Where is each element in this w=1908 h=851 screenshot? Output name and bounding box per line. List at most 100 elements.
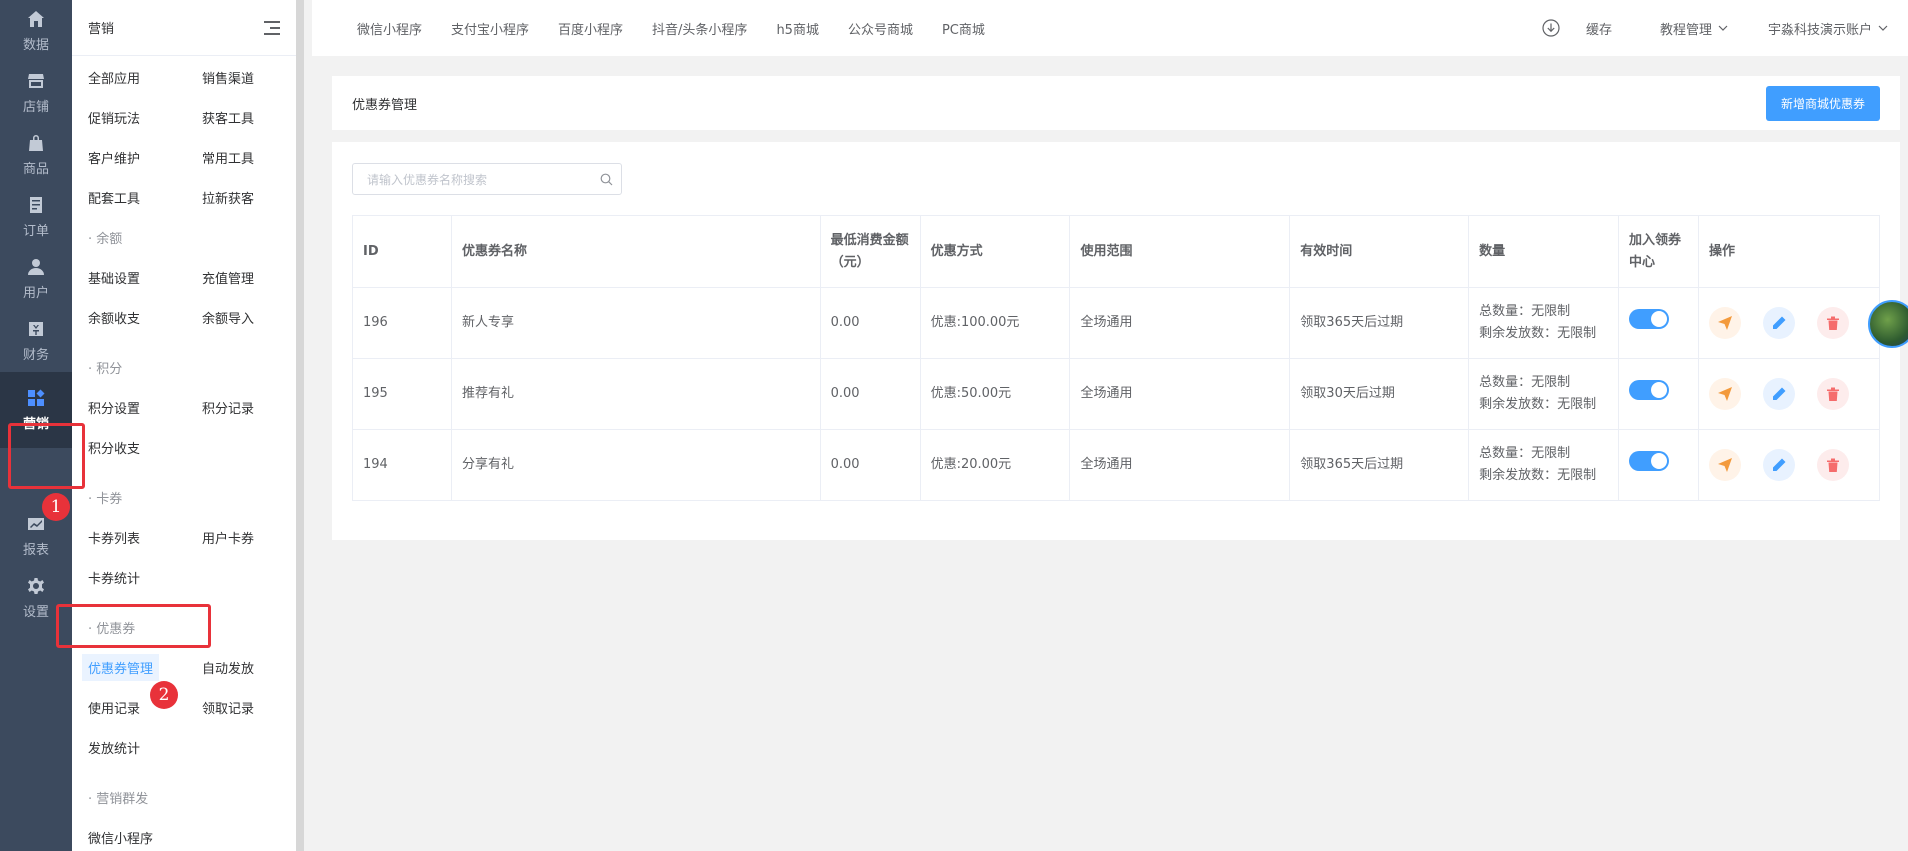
table-row: 195 推荐有礼 0.00 优惠:50.00元 全场通用 领取30天后过期 总数… bbox=[352, 358, 1880, 430]
send-coupon-button[interactable] bbox=[1709, 378, 1742, 410]
sidebar-item-balance-import[interactable]: 余额导入 bbox=[202, 308, 254, 327]
sidebar-item-acquire-tools[interactable]: 获客工具 bbox=[202, 108, 254, 127]
highlight-box-marketing bbox=[8, 423, 85, 489]
floating-avatar[interactable] bbox=[1868, 300, 1908, 348]
sidebar-item-coupon-management[interactable]: 优惠券管理 bbox=[82, 654, 160, 681]
col-valid-time: 有效时间 bbox=[1289, 215, 1470, 288]
cache-button[interactable]: 缓存 bbox=[1586, 19, 1612, 38]
page-header-card: 优惠券管理 新增商城优惠券 bbox=[332, 76, 1900, 130]
rail-item-goods[interactable]: 商品 bbox=[0, 124, 72, 186]
edit-icon bbox=[1773, 387, 1786, 400]
trash-icon bbox=[1827, 316, 1840, 330]
sidebar-item-user-cards[interactable]: 用户卡券 bbox=[202, 528, 254, 547]
search-input[interactable]: 请输入优惠券名称搜索 bbox=[352, 163, 622, 195]
rail-item-finance[interactable]: 财务 bbox=[0, 310, 72, 372]
cell-min-amount: 0.00 bbox=[819, 358, 921, 430]
table-header-row: ID 优惠券名称 最低消费金额（元） 优惠方式 使用范围 有效时间 数量 加入领… bbox=[352, 215, 1880, 288]
sidebar-item-basic-settings[interactable]: 基础设置 bbox=[88, 268, 140, 287]
tab-official-account-mall[interactable]: 公众号商城 bbox=[848, 19, 913, 38]
sidebar-item-recharge[interactable]: 充值管理 bbox=[202, 268, 254, 287]
search-placeholder: 请输入优惠券名称搜索 bbox=[367, 172, 488, 187]
group-mass-marketing: · 营销群发 bbox=[88, 792, 149, 807]
sidebar-header: 营销 bbox=[72, 0, 296, 56]
rail-label: 报表 bbox=[22, 542, 49, 558]
delete-coupon-button[interactable] bbox=[1817, 378, 1850, 410]
tab-pc-mall[interactable]: PC商城 bbox=[942, 19, 985, 38]
cell-name: 推荐有礼 bbox=[450, 358, 821, 430]
finance-icon bbox=[27, 320, 45, 338]
send-coupon-button[interactable] bbox=[1709, 307, 1742, 339]
coupon-center-toggle[interactable] bbox=[1629, 309, 1670, 329]
edit-icon bbox=[1773, 458, 1786, 471]
group-balance: · 余额 bbox=[88, 232, 123, 247]
account-menu[interactable]: 宇淼科技演示账户 bbox=[1768, 19, 1872, 38]
quantity-remaining: 剩余发放数：无限制 bbox=[1479, 397, 1597, 412]
col-name: 优惠券名称 bbox=[450, 215, 821, 288]
edit-coupon-button[interactable] bbox=[1763, 378, 1796, 410]
tab-douyin-mini[interactable]: 抖音/头条小程序 bbox=[652, 19, 747, 38]
cell-min-amount: 0.00 bbox=[819, 429, 921, 501]
col-id: ID bbox=[352, 215, 452, 288]
group-cards: · 卡券 bbox=[88, 492, 123, 507]
col-discount: 优惠方式 bbox=[919, 215, 1071, 288]
sidebar-title: 营销 bbox=[88, 22, 115, 37]
sidebar-item-sales-channel[interactable]: 销售渠道 bbox=[202, 68, 254, 87]
chevron-down-icon bbox=[1878, 25, 1888, 31]
edit-coupon-button[interactable] bbox=[1763, 449, 1796, 481]
sidebar-item-points-records[interactable]: 积分记录 bbox=[202, 398, 254, 417]
table-row: 196 新人专享 0.00 优惠:100.00元 全场通用 领取365天后过期 … bbox=[352, 287, 1880, 359]
sidebar-item-promotion[interactable]: 促销玩法 bbox=[88, 108, 140, 127]
sidebar-item-wechat-mini[interactable]: 微信小程序 bbox=[88, 828, 153, 847]
search-icon[interactable] bbox=[600, 173, 613, 189]
coupon-center-toggle[interactable] bbox=[1629, 451, 1670, 471]
delete-coupon-button[interactable] bbox=[1817, 307, 1850, 339]
tab-baidu-mini[interactable]: 百度小程序 bbox=[558, 19, 623, 38]
rail-item-users[interactable]: 用户 bbox=[0, 248, 72, 310]
sidebar-item-issue-stats[interactable]: 发放统计 bbox=[88, 738, 140, 757]
cell-name: 分享有礼 bbox=[450, 429, 821, 501]
quantity-total: 总数量：无限制 bbox=[1479, 304, 1571, 319]
rail-label: 订单 bbox=[22, 223, 49, 239]
home-icon bbox=[27, 10, 45, 28]
sidebar-item-points-settings[interactable]: 积分设置 bbox=[88, 398, 140, 417]
rail-item-orders[interactable]: 订单 bbox=[0, 186, 72, 248]
sidebar-item-card-list[interactable]: 卡券列表 bbox=[88, 528, 140, 547]
top-right-actions: 缓存 教程管理 宇淼科技演示账户 bbox=[1542, 0, 1888, 56]
sidebar-item-balance-flow[interactable]: 余额收支 bbox=[88, 308, 140, 327]
rail-label: 店铺 bbox=[22, 99, 49, 115]
cell-scope: 全场通用 bbox=[1069, 358, 1291, 430]
sidebar-item-support-tools[interactable]: 配套工具 bbox=[88, 188, 140, 207]
sidebar-item-card-stats[interactable]: 卡券统计 bbox=[88, 568, 140, 587]
sidebar-item-new-customers[interactable]: 拉新获客 bbox=[202, 188, 254, 207]
cell-id: 196 bbox=[352, 287, 452, 359]
tab-h5-mall[interactable]: h5商城 bbox=[776, 19, 819, 38]
table-row: 194 分享有礼 0.00 优惠:20.00元 全场通用 领取365天后过期 总… bbox=[352, 429, 1880, 501]
gear-icon bbox=[27, 577, 45, 595]
sidebar-item-points-flow[interactable]: 积分收支 bbox=[88, 438, 140, 457]
download-icon[interactable] bbox=[1542, 19, 1560, 37]
tutorial-menu[interactable]: 教程管理 bbox=[1660, 19, 1712, 38]
tab-alipay-mini[interactable]: 支付宝小程序 bbox=[451, 19, 529, 38]
step-badge-2: 2 bbox=[150, 681, 178, 709]
rail-item-data[interactable]: 数据 bbox=[0, 0, 72, 62]
sidebar-item-claim-records[interactable]: 领取记录 bbox=[202, 698, 254, 717]
sidebar-item-auto-issue[interactable]: 自动发放 bbox=[202, 658, 254, 677]
cell-scope: 全场通用 bbox=[1069, 287, 1291, 359]
edit-coupon-button[interactable] bbox=[1763, 307, 1796, 339]
cell-discount: 优惠:20.00元 bbox=[919, 429, 1071, 501]
sidebar-item-usage-records[interactable]: 使用记录 bbox=[88, 698, 140, 717]
rail-label: 财务 bbox=[22, 347, 49, 363]
delete-coupon-button[interactable] bbox=[1817, 449, 1850, 481]
collapse-menu-icon[interactable] bbox=[264, 20, 280, 35]
add-coupon-button[interactable]: 新增商城优惠券 bbox=[1765, 85, 1880, 121]
rail-item-store[interactable]: 店铺 bbox=[0, 62, 72, 124]
tab-wechat-mini[interactable]: 微信小程序 bbox=[357, 19, 422, 38]
sidebar-item-all-apps[interactable]: 全部应用 bbox=[88, 68, 140, 87]
sidebar-item-common-tools[interactable]: 常用工具 bbox=[202, 148, 254, 167]
marketing-sidebar: 营销 全部应用 销售渠道 促销玩法 获客工具 客户维护 常用工具 配套工具 拉新… bbox=[72, 0, 304, 851]
send-icon bbox=[1718, 387, 1733, 401]
coupon-center-toggle[interactable] bbox=[1629, 380, 1670, 400]
cell-valid-time: 领取365天后过期 bbox=[1289, 429, 1470, 501]
sidebar-item-customer-care[interactable]: 客户维护 bbox=[88, 148, 140, 167]
send-coupon-button[interactable] bbox=[1709, 449, 1742, 481]
